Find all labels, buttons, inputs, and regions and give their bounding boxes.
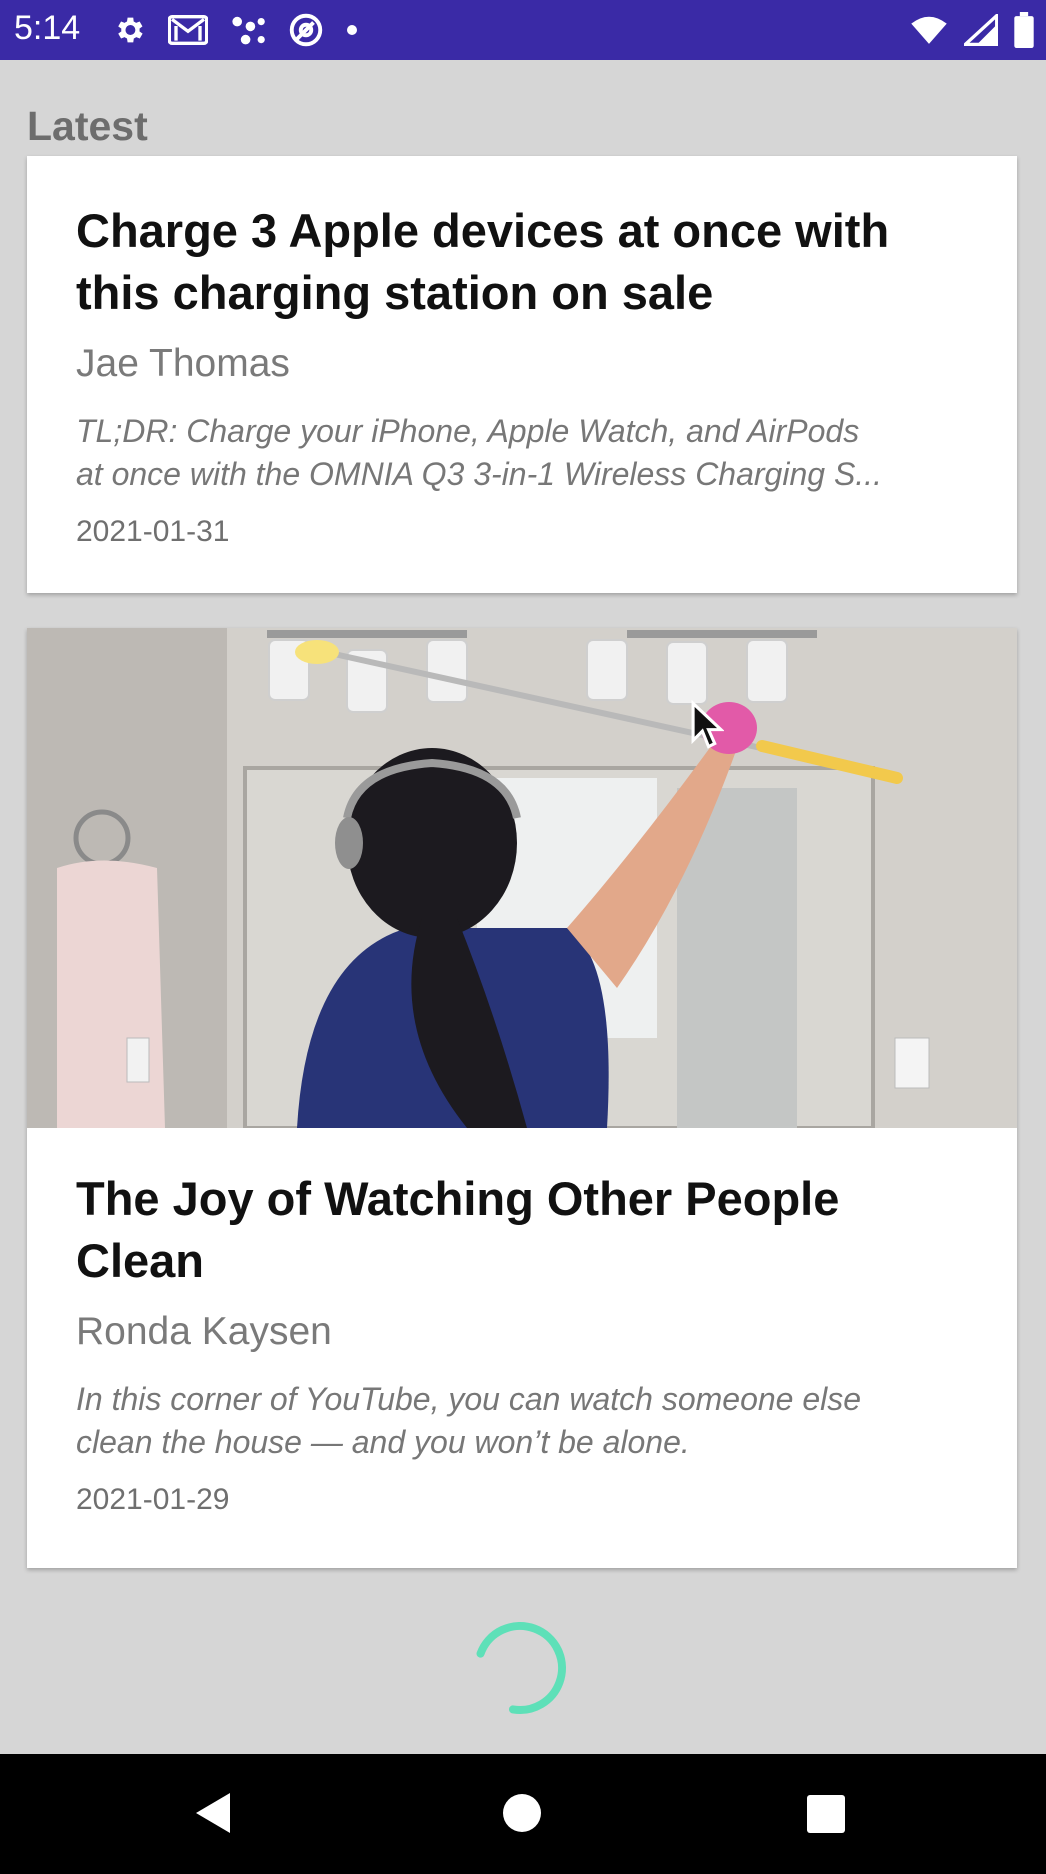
article-card[interactable]: Charge 3 Apple devices at once with this… xyxy=(27,156,1017,593)
article-headline: Charge 3 Apple devices at once with this… xyxy=(76,204,890,319)
battery-icon xyxy=(1014,12,1034,48)
dot-icon xyxy=(346,24,358,36)
connection-dots-icon xyxy=(230,14,266,46)
back-icon[interactable] xyxy=(192,1790,234,1841)
article-image xyxy=(27,628,1017,1128)
recents-icon[interactable] xyxy=(806,1794,846,1839)
article-summary-line: In this corner of YouTube, you can watch… xyxy=(76,1381,862,1417)
home-icon[interactable] xyxy=(501,1792,543,1839)
status-time: 5:14 xyxy=(14,9,81,47)
status-bar: 5:14 xyxy=(0,0,1046,60)
at-sign-icon xyxy=(288,12,324,48)
article-summary-line: TL;DR: Charge your iPhone, Apple Watch, … xyxy=(76,413,860,449)
article-summary: In this corner of YouTube, you can watch… xyxy=(76,1378,968,1464)
status-icons-left xyxy=(112,10,358,50)
article-date: 2021-01-31 xyxy=(76,515,230,548)
article-summary-line: clean the house — and you won’t be alone… xyxy=(76,1424,690,1460)
article-summary: TL;DR: Charge your iPhone, Apple Watch, … xyxy=(76,410,968,496)
article-date: 2021-01-29 xyxy=(76,1483,230,1516)
gear-icon xyxy=(112,13,146,47)
article-card-body: Charge 3 Apple devices at once with this… xyxy=(76,200,968,552)
article-card-body: The Joy of Watching Other People Clean R… xyxy=(76,1168,968,1520)
loading-spinner-icon xyxy=(470,1618,570,1718)
article-author: Ronda Kaysen xyxy=(76,1310,332,1353)
article-headline: The Joy of Watching Other People Clean xyxy=(76,1172,840,1287)
section-title: Latest xyxy=(27,103,148,149)
navigation-bar xyxy=(0,1754,1046,1874)
gmail-icon xyxy=(168,14,208,46)
article-author: Jae Thomas xyxy=(76,342,290,385)
mouse-cursor-icon xyxy=(690,699,725,755)
article-summary-line: at once with the OMNIA Q3 3-in-1 Wireles… xyxy=(76,456,882,492)
cell-signal-icon xyxy=(964,14,998,46)
status-icons-right xyxy=(910,10,1034,50)
article-card[interactable]: The Joy of Watching Other People Clean R… xyxy=(27,628,1017,1568)
wifi-icon xyxy=(910,14,948,46)
